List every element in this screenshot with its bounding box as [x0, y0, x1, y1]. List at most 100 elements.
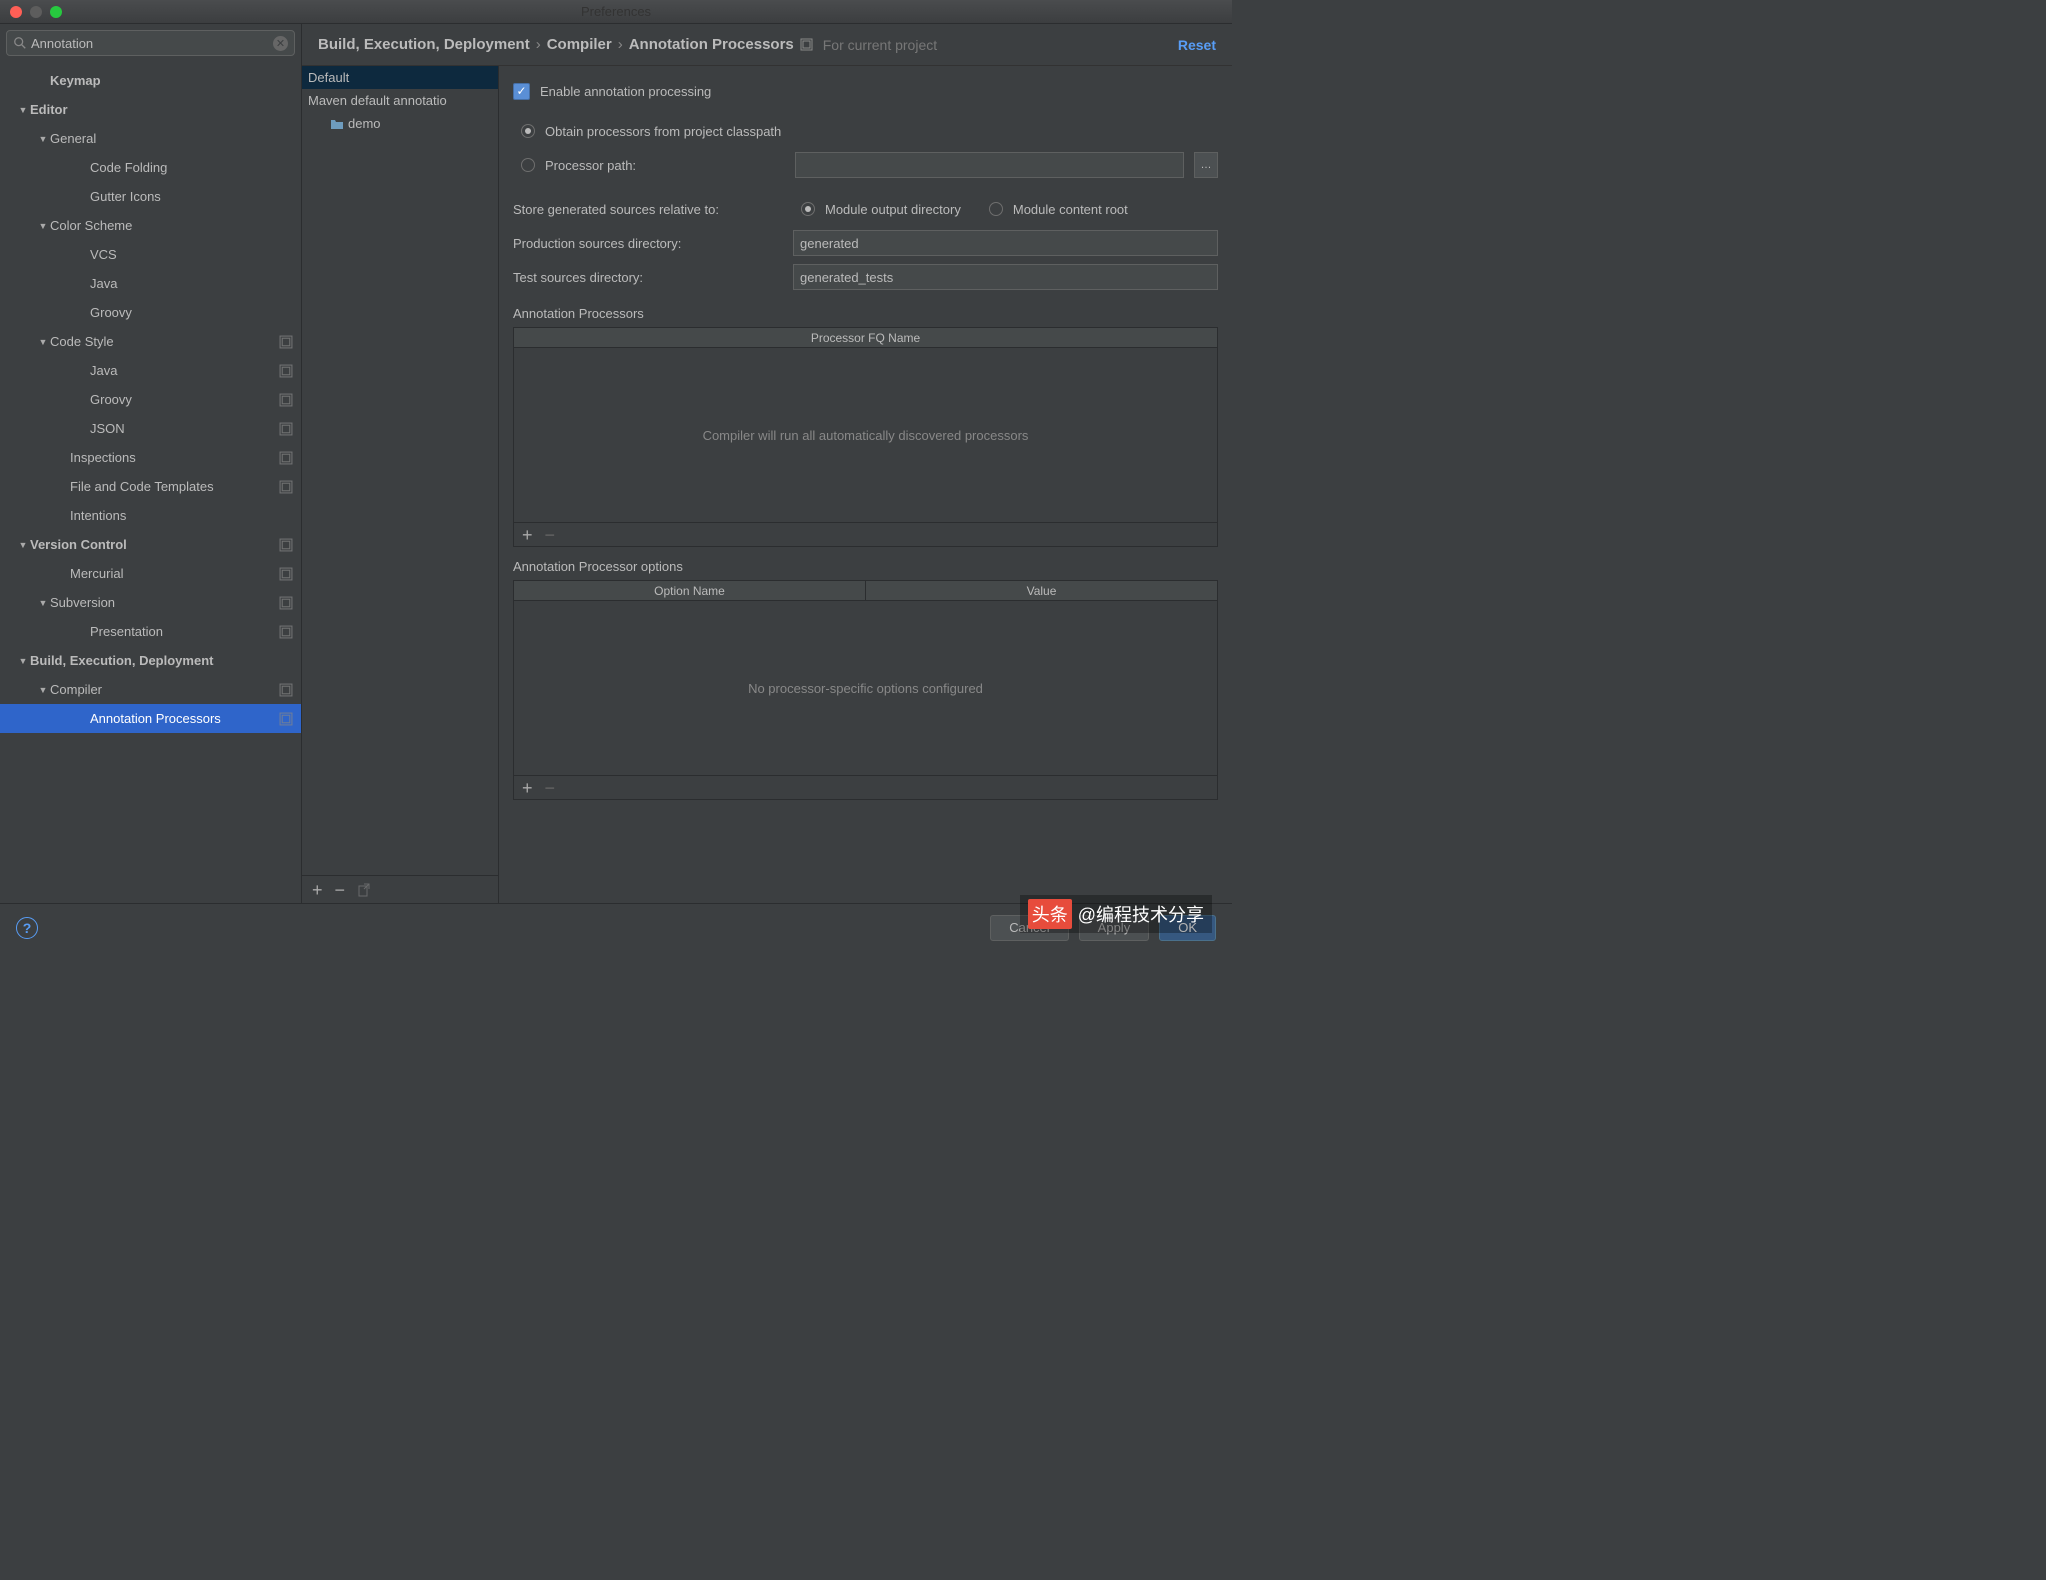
sidebar-item-editor[interactable]: ▼Editor — [0, 95, 301, 124]
sidebar-item-annotation-processors[interactable]: Annotation Processors — [0, 704, 301, 733]
project-scope-icon — [279, 567, 293, 581]
options-table: Option Name Value No processor-specific … — [513, 580, 1218, 800]
sidebar-item-file-and-code-templates[interactable]: File and Code Templates — [0, 472, 301, 501]
search-icon — [13, 36, 27, 50]
obtain-classpath-radio[interactable] — [521, 124, 535, 138]
folder-icon — [330, 118, 344, 130]
sidebar-item-build-execution-deployment[interactable]: ▼Build, Execution, Deployment — [0, 646, 301, 675]
clear-search-icon[interactable]: ✕ — [273, 36, 288, 51]
profile-item[interactable]: demo — [302, 112, 498, 135]
sidebar-item-vcs[interactable]: VCS — [0, 240, 301, 269]
enable-annotation-label: Enable annotation processing — [540, 84, 711, 99]
tree-item-label: Java — [90, 363, 279, 378]
tree-item-label: JSON — [90, 421, 279, 436]
obtain-classpath-label: Obtain processors from project classpath — [545, 124, 781, 139]
processor-path-radio[interactable] — [521, 158, 535, 172]
settings-tree: Keymap▼Editor▼GeneralCode FoldingGutter … — [0, 62, 301, 903]
module-output-radio[interactable] — [801, 202, 815, 216]
enable-annotation-checkbox[interactable]: ✓ — [513, 83, 530, 100]
search-box[interactable]: ✕ — [6, 30, 295, 56]
watermark-text: @编程技术分享 — [1078, 901, 1204, 927]
browse-path-button[interactable]: … — [1194, 152, 1218, 178]
sidebar-item-presentation[interactable]: Presentation — [0, 617, 301, 646]
profile-item[interactable]: Default — [302, 66, 498, 89]
sidebar-item-intentions[interactable]: Intentions — [0, 501, 301, 530]
add-processor-button[interactable]: + — [522, 526, 533, 544]
add-profile-button[interactable]: + — [312, 881, 323, 899]
expand-arrow-icon: ▼ — [36, 337, 50, 347]
project-scope-icon — [279, 451, 293, 465]
processors-section-label: Annotation Processors — [513, 294, 1218, 327]
move-to-icon[interactable] — [357, 882, 373, 898]
tree-item-label: Color Scheme — [50, 218, 293, 233]
sidebar-item-groovy[interactable]: Groovy — [0, 385, 301, 414]
help-button[interactable]: ? — [16, 917, 38, 939]
maximize-window-icon[interactable] — [50, 6, 62, 18]
breadcrumb-separator: › — [536, 36, 541, 53]
sidebar-item-mercurial[interactable]: Mercurial — [0, 559, 301, 588]
project-scope-icon — [279, 683, 293, 697]
window-title: Preferences — [581, 4, 651, 19]
expand-arrow-icon: ▼ — [36, 685, 50, 695]
sidebar-item-color-scheme[interactable]: ▼Color Scheme — [0, 211, 301, 240]
tree-item-label: Version Control — [30, 537, 279, 552]
project-scope-icon — [279, 625, 293, 639]
tree-item-label: Code Folding — [90, 160, 293, 175]
processor-path-label: Processor path: — [545, 158, 785, 173]
profile-item[interactable]: Maven default annotatio — [302, 89, 498, 112]
sidebar-item-version-control[interactable]: ▼Version Control — [0, 530, 301, 559]
expand-arrow-icon: ▼ — [36, 221, 50, 231]
tree-item-label: Groovy — [90, 305, 293, 320]
option-value-header: Value — [866, 581, 1217, 600]
sidebar-item-gutter-icons[interactable]: Gutter Icons — [0, 182, 301, 211]
remove-option-button[interactable]: − — [545, 779, 556, 797]
profile-toolbar: + − — [302, 875, 498, 903]
tree-item-label: File and Code Templates — [70, 479, 279, 494]
project-scope-icon — [279, 422, 293, 436]
add-option-button[interactable]: + — [522, 779, 533, 797]
tree-item-label: Inspections — [70, 450, 279, 465]
close-window-icon[interactable] — [10, 6, 22, 18]
sidebar-item-java[interactable]: Java — [0, 356, 301, 385]
scope-label: For current project — [823, 37, 937, 53]
watermark-prefix: 头条 — [1028, 899, 1072, 929]
test-sources-input[interactable] — [793, 264, 1218, 290]
tree-item-label: Java — [90, 276, 293, 291]
sidebar-item-keymap[interactable]: Keymap — [0, 66, 301, 95]
sidebar-item-compiler[interactable]: ▼Compiler — [0, 675, 301, 704]
minimize-window-icon[interactable] — [30, 6, 42, 18]
sidebar-item-code-folding[interactable]: Code Folding — [0, 153, 301, 182]
sidebar-item-inspections[interactable]: Inspections — [0, 443, 301, 472]
settings-sidebar: ✕ Keymap▼Editor▼GeneralCode FoldingGutte… — [0, 24, 302, 903]
sidebar-item-java[interactable]: Java — [0, 269, 301, 298]
breadcrumb-part[interactable]: Build, Execution, Deployment — [318, 36, 530, 53]
tree-item-label: Build, Execution, Deployment — [30, 653, 293, 668]
sidebar-item-groovy[interactable]: Groovy — [0, 298, 301, 327]
module-content-radio[interactable] — [989, 202, 1003, 216]
sidebar-item-json[interactable]: JSON — [0, 414, 301, 443]
sidebar-item-general[interactable]: ▼General — [0, 124, 301, 153]
processors-table: Processor FQ Name Compiler will run all … — [513, 327, 1218, 547]
tree-item-label: Intentions — [70, 508, 293, 523]
settings-panel: ✓ Enable annotation processing Obtain pr… — [499, 66, 1232, 903]
sidebar-item-code-style[interactable]: ▼Code Style — [0, 327, 301, 356]
profile-list: DefaultMaven default annotatiodemo + − — [302, 66, 499, 903]
prod-sources-label: Production sources directory: — [513, 236, 783, 251]
breadcrumb-part[interactable]: Compiler — [547, 36, 612, 53]
remove-profile-button[interactable]: − — [335, 881, 346, 899]
prod-sources-input[interactable] — [793, 230, 1218, 256]
sidebar-item-subversion[interactable]: ▼Subversion — [0, 588, 301, 617]
project-scope-icon — [279, 364, 293, 378]
reset-link[interactable]: Reset — [1178, 37, 1216, 53]
project-scope-icon — [279, 538, 293, 552]
options-section-label: Annotation Processor options — [513, 547, 1218, 580]
processor-name-header: Processor FQ Name — [514, 328, 1217, 347]
watermark: 头条 @编程技术分享 — [1020, 895, 1212, 933]
remove-processor-button[interactable]: − — [545, 526, 556, 544]
search-input[interactable] — [27, 36, 273, 51]
option-name-header: Option Name — [514, 581, 866, 600]
tree-item-label: General — [50, 131, 293, 146]
breadcrumb-separator: › — [618, 36, 623, 53]
processor-path-input[interactable] — [795, 152, 1184, 178]
module-output-label: Module output directory — [825, 202, 961, 217]
